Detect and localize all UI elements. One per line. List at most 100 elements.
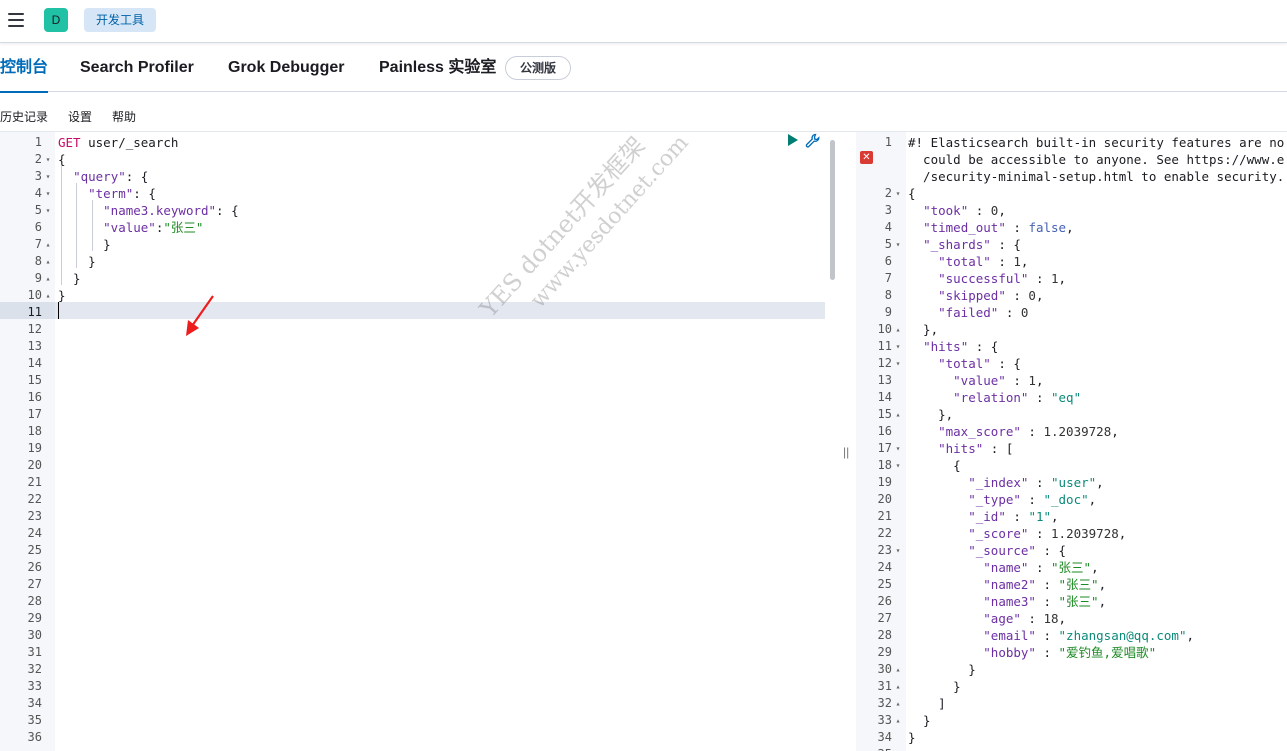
request-code-line[interactable]: } [58, 287, 66, 304]
line-number: 8 [884, 288, 892, 302]
fold-open-icon[interactable]: ▾ [43, 151, 53, 168]
response-code-line: "name" : "张三", [983, 560, 1099, 575]
fold-close-icon[interactable]: ▴ [893, 406, 903, 423]
fold-open-icon[interactable]: ▾ [43, 185, 53, 202]
line-number: 27 [27, 577, 42, 591]
fold-open-icon[interactable]: ▾ [893, 338, 903, 355]
dev-tools-tabs: 控制台 Search Profiler Grok Debugger Painle… [0, 44, 1287, 93]
fold-open-icon[interactable]: ▾ [893, 236, 903, 253]
line-number: 19 [877, 475, 892, 489]
line-number: 13 [27, 339, 42, 353]
response-code-line: "total" : 1, [938, 254, 1029, 269]
history-link[interactable]: 历史记录 [0, 108, 48, 125]
line-number: 14 [877, 390, 892, 404]
request-code-line[interactable]: "name3.keyword": { [58, 202, 238, 219]
tab-painless-lab[interactable]: Painless 实验室 [379, 44, 496, 92]
response-code-line: } [908, 679, 961, 694]
response-code-line: "_shards" : { [923, 237, 1021, 252]
line-number: 22 [27, 492, 42, 506]
response-code-line: "hits" : { [923, 339, 999, 354]
line-number: 6 [884, 254, 892, 268]
response-code-line: "total" : { [938, 356, 1021, 371]
line-number: 33 [27, 679, 42, 693]
fold-close-icon[interactable]: ▴ [893, 678, 903, 695]
request-editor[interactable]: 1 GET user/_search 2 ▾{3 ▾ "query": {4 ▾ "ter… [0, 132, 838, 751]
indent-guide [92, 200, 93, 251]
text-cursor [58, 302, 59, 319]
fold-close-icon[interactable]: ▴ [893, 661, 903, 678]
line-number: 6 [34, 220, 42, 234]
fold-open-icon[interactable]: ▾ [893, 355, 903, 372]
fold-open-icon[interactable]: ▾ [893, 440, 903, 457]
space-avatar[interactable]: D [44, 8, 68, 32]
line-number: 3 [34, 169, 42, 183]
fold-open-icon[interactable]: ▾ [43, 168, 53, 185]
request-code-line[interactable]: "query": { [58, 168, 148, 185]
wrench-icon[interactable] [805, 133, 821, 149]
line-number: 11 [27, 305, 42, 319]
line-number: 23 [877, 543, 892, 557]
menu-icon[interactable] [8, 13, 24, 27]
request-code-line[interactable]: "term": { [58, 185, 156, 202]
line-number: 9 [884, 305, 892, 319]
request-scrollbar[interactable] [830, 140, 835, 280]
run-request-icon[interactable] [787, 134, 799, 146]
line-number: 29 [27, 611, 42, 625]
line-number: 7 [34, 237, 42, 251]
fold-close-icon[interactable]: ▴ [43, 253, 53, 270]
line-number: 25 [27, 543, 42, 557]
fold-close-icon[interactable]: ▴ [43, 270, 53, 287]
line-number: 31 [877, 679, 892, 693]
tab-grok-debugger[interactable]: Grok Debugger [228, 44, 344, 92]
fold-open-icon[interactable]: ▾ [43, 202, 53, 219]
line-number: 5 [34, 203, 42, 217]
response-code-line: ] [908, 696, 946, 711]
indent-guide [76, 183, 77, 268]
line-number: 10 [877, 322, 892, 336]
fold-open-icon[interactable]: ▾ [893, 185, 903, 202]
tab-search-profiler[interactable]: Search Profiler [80, 44, 194, 92]
line-number: 23 [27, 509, 42, 523]
fold-close-icon[interactable]: ▴ [893, 695, 903, 712]
request-code-line[interactable]: GET user/_search [58, 134, 178, 151]
response-code-line: "_source" : { [968, 543, 1067, 558]
line-number: 24 [27, 526, 42, 540]
fold-close-icon[interactable]: ▴ [43, 287, 53, 304]
line-number: 15 [27, 373, 42, 387]
fold-close-icon[interactable]: ▴ [893, 712, 903, 729]
line-number: 35 [27, 713, 42, 727]
response-code-line: }, [908, 322, 939, 337]
response-code-line: "_index" : "user", [968, 475, 1104, 490]
response-code-line: "name2" : "张三", [983, 577, 1107, 592]
response-warning-line: /security-minimal-setup.html to enable s… [908, 169, 1285, 184]
line-number: 32 [877, 696, 892, 710]
line-number: 2 [884, 186, 892, 200]
response-code-line: "_score" : 1.2039728, [968, 526, 1127, 541]
top-bar: D 开发工具 [0, 0, 1287, 43]
help-link[interactable]: 帮助 [112, 108, 136, 125]
response-code-line: "value" : 1, [953, 373, 1044, 388]
request-code-line[interactable]: } [58, 236, 111, 253]
line-number: 15 [877, 407, 892, 421]
line-number: 3 [884, 203, 892, 217]
line-number: 16 [877, 424, 892, 438]
response-code-line: } [908, 662, 976, 677]
settings-link[interactable]: 设置 [68, 108, 92, 125]
line-number: 8 [34, 254, 42, 268]
request-code-line[interactable]: "value":"张三" [58, 219, 203, 236]
response-code-line: "took" : 0, [923, 203, 1006, 218]
response-code-line: } [908, 730, 916, 745]
line-number: 36 [27, 730, 42, 744]
fold-close-icon[interactable]: ▴ [893, 321, 903, 338]
line-number: 12 [877, 356, 892, 370]
fold-close-icon[interactable]: ▴ [43, 236, 53, 253]
response-warning-line: #! Elasticsearch built-in security featu… [908, 135, 1285, 150]
line-number: 2 [34, 152, 42, 166]
tab-console[interactable]: 控制台 [0, 44, 49, 93]
line-number: 33 [877, 713, 892, 727]
fold-open-icon[interactable]: ▾ [893, 457, 903, 474]
line-number: 21 [877, 509, 892, 523]
breadcrumb-dev-tools[interactable]: 开发工具 [84, 8, 157, 32]
fold-open-icon[interactable]: ▾ [893, 542, 903, 559]
pane-resizer-handle[interactable]: || [843, 445, 849, 459]
